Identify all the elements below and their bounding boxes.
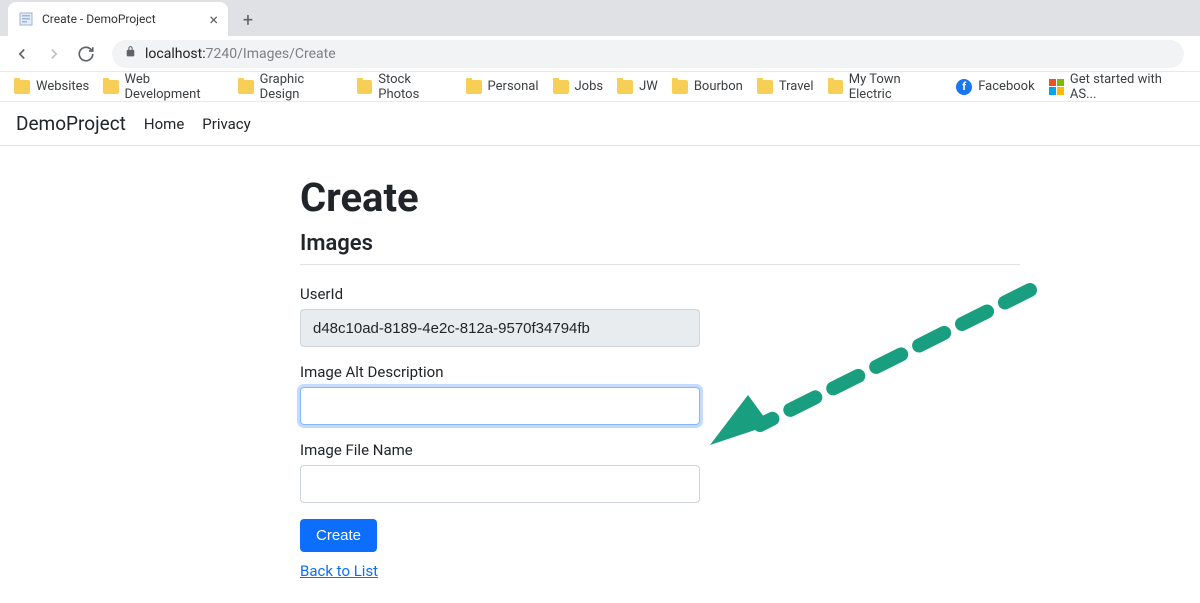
page-subheading: Images: [300, 231, 1020, 256]
folder-icon: [103, 80, 118, 94]
close-tab-icon[interactable]: ×: [209, 10, 218, 29]
page-heading: Create: [300, 174, 1020, 221]
app-brand[interactable]: DemoProject: [16, 112, 126, 135]
bookmarks-bar: Websites Web Development Graphic Design Sto…: [0, 72, 1200, 102]
bookmark-item[interactable]: Graphic Design: [232, 68, 349, 106]
bookmark-item[interactable]: Get started with AS...: [1043, 68, 1192, 106]
back-to-list-link[interactable]: Back to List: [300, 562, 378, 580]
forward-button[interactable]: [40, 40, 68, 68]
bookmark-item[interactable]: My Town Electric: [822, 68, 949, 106]
browser-tab[interactable]: Create - DemoProject ×: [8, 2, 228, 36]
folder-icon: [238, 80, 253, 94]
folder-icon: [672, 80, 688, 94]
folder-icon: [357, 80, 372, 94]
bookmark-item[interactable]: Jobs: [547, 75, 610, 98]
bookmark-label: Websites: [36, 79, 89, 94]
page-favicon: [18, 11, 34, 27]
bookmark-label: Travel: [779, 79, 814, 94]
bookmark-label: Graphic Design: [260, 72, 343, 102]
nav-link-home[interactable]: Home: [144, 115, 184, 133]
bookmark-label: Stock Photos: [378, 72, 451, 102]
bookmark-item[interactable]: Stock Photos: [351, 68, 458, 106]
address-bar[interactable]: localhost:7240/Images/Create: [112, 40, 1184, 68]
browser-tab-strip: Create - DemoProject × +: [0, 0, 1200, 36]
microsoft-icon: [1049, 79, 1064, 95]
bookmark-item[interactable]: JW: [611, 75, 664, 98]
folder-icon: [617, 80, 633, 94]
userid-field[interactable]: [300, 309, 700, 347]
bookmark-item[interactable]: f Facebook: [950, 75, 1040, 99]
bookmark-item[interactable]: Websites: [8, 75, 95, 98]
image-filename-label: Image File Name: [300, 441, 1020, 459]
bookmark-label: Jobs: [575, 79, 604, 94]
bookmark-label: Bourbon: [694, 79, 743, 94]
divider: [300, 264, 1020, 265]
back-button[interactable]: [8, 40, 36, 68]
create-button[interactable]: Create: [300, 519, 377, 552]
folder-icon: [14, 80, 30, 94]
folder-icon: [757, 80, 773, 94]
app-navbar: DemoProject Home Privacy: [0, 102, 1200, 146]
page-content: Create Images UserId Image Alt Descripti…: [300, 174, 1020, 580]
bookmark-label: Web Development: [125, 72, 225, 102]
reload-button[interactable]: [72, 40, 100, 68]
bookmark-label: My Town Electric: [849, 72, 942, 102]
bookmark-label: Get started with AS...: [1070, 72, 1186, 102]
new-tab-button[interactable]: +: [234, 6, 262, 34]
url-text: localhost:7240/Images/Create: [145, 46, 336, 62]
bookmark-label: Personal: [488, 79, 539, 94]
image-alt-label: Image Alt Description: [300, 363, 1020, 381]
bookmark-label: JW: [639, 79, 658, 94]
folder-icon: [466, 80, 482, 94]
browser-toolbar: localhost:7240/Images/Create: [0, 36, 1200, 72]
image-alt-field[interactable]: [300, 387, 700, 425]
bookmark-item[interactable]: Travel: [751, 75, 820, 98]
folder-icon: [828, 80, 843, 94]
browser-tab-title: Create - DemoProject: [42, 12, 201, 26]
bookmark-label: Facebook: [978, 79, 1034, 94]
bookmark-item[interactable]: Personal: [460, 75, 545, 98]
userid-label: UserId: [300, 285, 1020, 303]
bookmark-item[interactable]: Bourbon: [666, 75, 749, 98]
lock-icon: [124, 45, 137, 62]
folder-icon: [553, 80, 569, 94]
image-filename-field[interactable]: [300, 465, 700, 503]
bookmark-item[interactable]: Web Development: [97, 68, 230, 106]
facebook-icon: f: [956, 79, 972, 95]
nav-link-privacy[interactable]: Privacy: [202, 115, 250, 133]
